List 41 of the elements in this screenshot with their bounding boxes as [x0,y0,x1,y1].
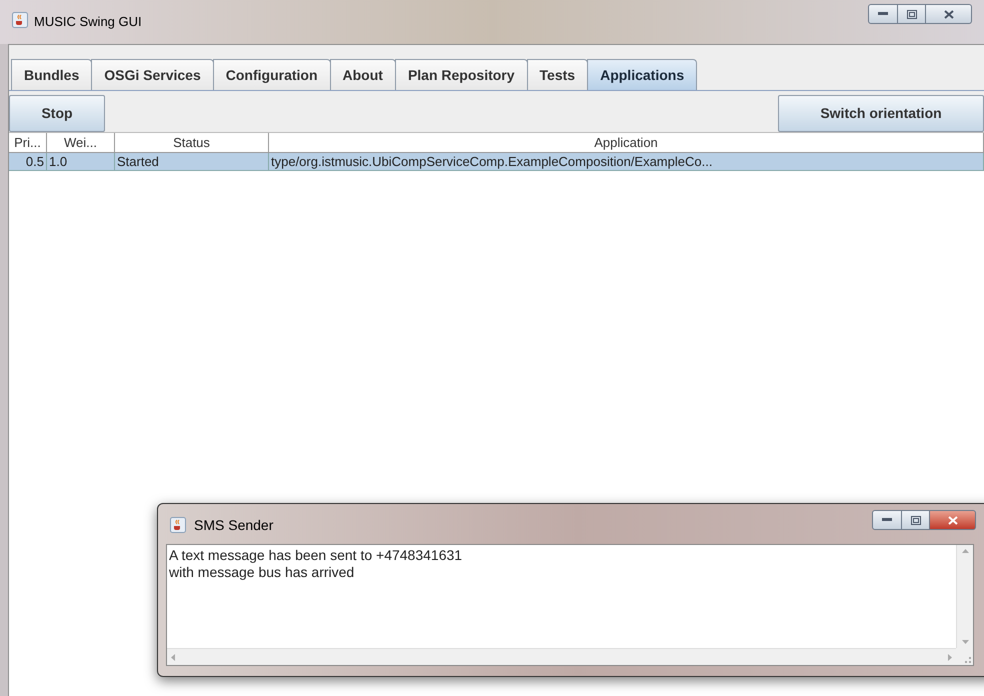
table-cell: type/org.istmusic.UbiCompServiceComp.ExampleComposition/ExampleCo... [269,153,984,170]
close-button[interactable] [930,510,976,530]
table-cell: 0.5 [9,153,47,170]
right-arrow-icon [948,654,952,660]
dialog-title: SMS Sender [194,516,274,534]
column-header[interactable]: Status [115,133,269,152]
left-arrow-icon [171,654,175,660]
tab[interactable]: Configuration [212,59,331,90]
tab[interactable]: Plan Repository [394,59,528,90]
grip-dots-icon [965,657,971,663]
maximize-icon [906,10,916,18]
tab[interactable]: About [330,59,396,90]
vertical-scrollbar[interactable] [956,545,973,648]
minimize-button[interactable] [868,4,898,24]
up-arrow-icon [962,549,968,553]
close-icon [944,10,954,18]
horizontal-scrollbar[interactable] [167,648,956,665]
coffee-cup-icon [12,12,28,28]
minimize-icon [882,518,892,522]
down-arrow-icon [962,640,968,644]
maximize-button[interactable] [902,510,930,530]
switch-orientation-button[interactable]: Switch orientation [778,95,984,132]
minimize-button[interactable] [872,510,902,530]
stop-button[interactable]: Stop [9,95,105,132]
table-row[interactable]: 0.5 1.0 Started type/org.istmusic.UbiCompServiceComp.ExampleComposition/ExampleCo... [9,153,984,171]
maximize-button[interactable] [898,4,926,24]
table-cell: Started [115,153,269,170]
tab[interactable]: Bundles [11,59,92,90]
window-title: MUSIC Swing GUI [34,13,142,31]
tab[interactable]: Applications [587,59,698,90]
tab[interactable]: OSGi Services [91,59,214,90]
column-header[interactable]: Application [269,133,984,152]
table-cell: 1.0 [47,153,115,170]
coffee-cup-icon [170,517,186,533]
maximize-icon [910,516,920,524]
minimize-icon [878,12,888,16]
column-header[interactable]: Wei... [47,133,115,152]
close-icon [948,516,958,524]
tab[interactable]: Tests [526,59,588,90]
close-button[interactable] [926,4,972,24]
column-header[interactable]: Pri... [9,133,47,152]
